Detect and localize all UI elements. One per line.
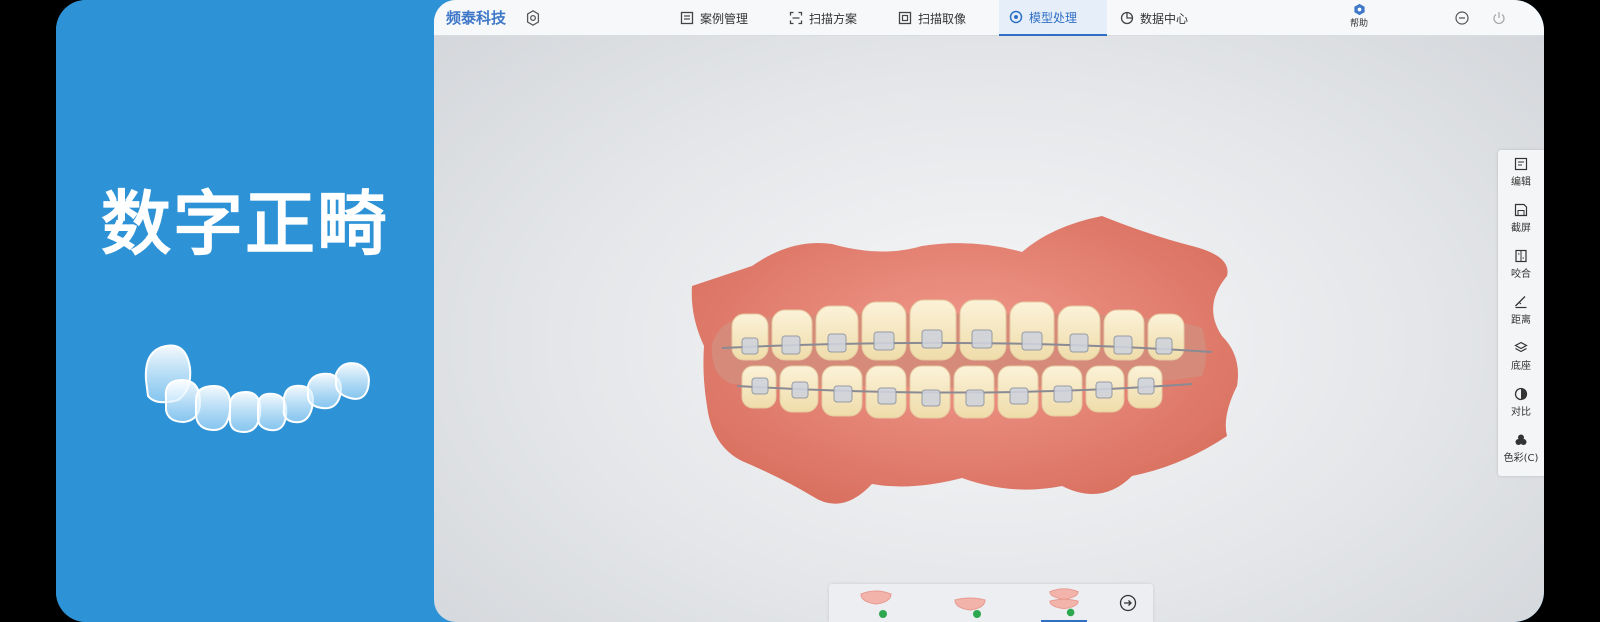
settings-gear-icon[interactable]	[524, 9, 542, 27]
nav-label: 数据中心	[1140, 11, 1189, 26]
brand-logo: 频泰科技	[446, 9, 507, 27]
top-bar: 频泰科技 案例管理 扫描方案 扫描取像 模型处理 数据中心 帮助	[434, 0, 1544, 36]
tool-distance[interactable]: 距离	[1498, 288, 1544, 332]
tool-label: 对比	[1511, 406, 1531, 418]
tool-label: 色彩(C)	[1503, 452, 1539, 464]
color-icon	[1515, 434, 1527, 445]
data-center-icon	[1120, 11, 1134, 25]
tool-occlusion[interactable]: 咬合	[1498, 242, 1544, 286]
dental-model-3d[interactable]	[682, 216, 1252, 528]
nav-case-management[interactable]: 案例管理	[670, 0, 758, 36]
nav-label: 模型处理	[1029, 10, 1078, 25]
help-button[interactable]: 帮助	[1339, 3, 1379, 35]
tool-edit[interactable]: 编辑	[1498, 150, 1544, 194]
tool-color[interactable]: 色彩(C)	[1498, 426, 1544, 470]
next-arrow-icon[interactable]	[1119, 594, 1137, 612]
help-icon	[1353, 3, 1365, 16]
scan-capture-icon	[898, 11, 912, 25]
lower-jaw-icon[interactable]	[947, 586, 993, 622]
nav-model-processing[interactable]: 模型处理	[999, 0, 1107, 36]
clear-aligner-icon	[144, 344, 370, 434]
occlusion-icon	[1515, 249, 1527, 262]
tool-screenshot[interactable]: 截屏	[1498, 196, 1544, 240]
nav-scan-capture[interactable]: 扫描取像	[888, 0, 976, 36]
edit-icon	[1514, 157, 1528, 170]
tool-label: 截屏	[1511, 222, 1531, 234]
both-jaws-icon[interactable]	[1041, 586, 1087, 622]
tool-contrast[interactable]: 对比	[1498, 380, 1544, 424]
model-processing-icon	[1009, 10, 1023, 24]
model-viewport[interactable]: 编辑 截屏 咬合 距离 底座 对比 色彩(C)	[434, 36, 1544, 622]
nav-scan-plan[interactable]: 扫描方案	[779, 0, 867, 36]
minimize-icon[interactable]	[1454, 10, 1470, 26]
tool-base[interactable]: 底座	[1498, 334, 1544, 378]
base-icon	[1514, 341, 1528, 352]
contrast-icon	[1514, 387, 1528, 400]
distance-icon	[1515, 295, 1527, 308]
screenshot-icon	[1514, 203, 1528, 216]
help-label: 帮助	[1349, 19, 1368, 29]
nav-label: 扫描取像	[918, 11, 967, 26]
right-toolbar: 编辑 截屏 咬合 距离 底座 对比 色彩(C)	[1498, 150, 1544, 476]
tool-label: 距离	[1511, 314, 1531, 326]
nav-label: 扫描方案	[809, 11, 858, 26]
promo-title: 数字正畸	[101, 183, 389, 265]
power-icon[interactable]	[1491, 10, 1507, 26]
upper-jaw-icon[interactable]	[853, 586, 899, 622]
nav-data-center[interactable]: 数据中心	[1110, 0, 1198, 36]
tool-label: 咬合	[1511, 268, 1531, 280]
scan-plan-icon	[789, 11, 803, 25]
tool-label: 底座	[1511, 360, 1531, 372]
case-management-icon	[680, 11, 694, 25]
promo-panel: 数字正畸	[56, 0, 434, 622]
tool-label: 编辑	[1511, 176, 1531, 188]
app-window: 频泰科技 案例管理 扫描方案 扫描取像 模型处理 数据中心 帮助 编辑 截屏 咬…	[434, 0, 1544, 622]
nav-label: 案例管理	[700, 11, 749, 26]
jaw-selector-bar	[829, 584, 1153, 622]
screen-frame: 数字正畸 频泰科技 案例管理 扫描方案 扫描取像 模型处理 数据中心 帮助 编辑…	[56, 0, 1544, 622]
